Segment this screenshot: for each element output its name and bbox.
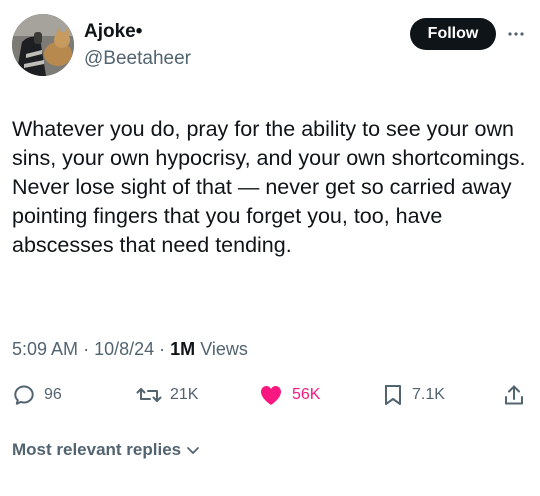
bookmark-button[interactable]: 7.1K	[382, 380, 445, 410]
bookmark-icon	[385, 385, 401, 405]
author-display-name: Ajoke	[84, 21, 136, 42]
tweet-meta: 5:09 AM · 10/8/24 · 1M Views	[12, 337, 248, 361]
action-bar: 96 21K 56K 7.1K	[0, 380, 540, 410]
author-handle[interactable]: @Beetaheer	[84, 47, 191, 71]
like-count: 56K	[292, 386, 321, 403]
avatar[interactable]	[12, 14, 74, 76]
tweet-detail: Ajoke• @Beetaheer Follow Whatever you do…	[0, 0, 540, 496]
tweet-date[interactable]: 10/8/24	[94, 339, 154, 359]
retweet-icon	[136, 388, 162, 402]
more-horizontal-icon[interactable]	[506, 24, 526, 44]
views-label: Views	[200, 339, 248, 359]
bookmark-count: 7.1K	[412, 386, 445, 403]
meta-separator: ·	[159, 339, 166, 359]
author-name-row[interactable]: Ajoke•	[84, 20, 191, 44]
follow-button[interactable]: Follow	[410, 18, 496, 50]
reply-button[interactable]: 96	[12, 380, 62, 410]
like-button[interactable]: 56K	[258, 380, 320, 410]
reply-count: 96	[44, 386, 62, 403]
reply-icon	[14, 385, 34, 405]
meta-separator: ·	[83, 339, 90, 359]
tweet-time[interactable]: 5:09 AM	[12, 339, 78, 359]
retweet-button[interactable]: 21K	[136, 380, 198, 410]
author-info: Ajoke• @Beetaheer	[84, 20, 191, 71]
views-count: 1M	[170, 339, 196, 359]
chevron-down-icon	[187, 447, 200, 454]
avatar-photo	[12, 14, 74, 76]
share-icon	[505, 385, 523, 405]
replies-sort-dropdown[interactable]: Most relevant replies	[12, 440, 200, 460]
name-suffix-dot: •	[135, 21, 143, 42]
replies-sort-label: Most relevant replies	[12, 440, 182, 459]
tweet-text: Whatever you do, pray for the ability to…	[12, 117, 526, 257]
heart-filled-icon	[261, 386, 281, 405]
retweet-count: 21K	[170, 386, 199, 403]
share-button[interactable]	[502, 380, 526, 410]
